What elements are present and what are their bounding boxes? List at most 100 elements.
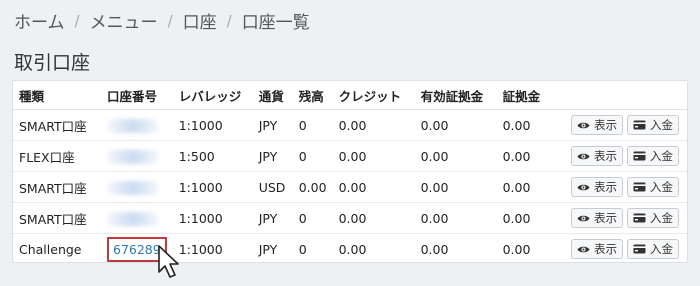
account-number-redacted[interactable] — [107, 118, 159, 133]
eye-icon — [577, 183, 590, 192]
account-number-redacted[interactable] — [107, 149, 159, 164]
cell-margin: 0.00 — [496, 202, 559, 234]
deposit-button[interactable]: 入金 — [627, 239, 679, 259]
breadcrumb-menu[interactable]: メニュー — [90, 8, 158, 33]
breadcrumb-accounts[interactable]: 口座 — [183, 8, 217, 33]
cell-account-number — [101, 109, 173, 141]
page-title: 取引口座 — [14, 52, 91, 74]
accounts-table: 種類 口座番号 レバレッジ 通貨 残高 クレジット 有効証拠金 証拠金 SMAR… — [13, 81, 687, 264]
cell-account-number — [101, 171, 173, 203]
cell-equity: 0.00 — [414, 171, 497, 203]
accounts-panel: 種類 口座番号 レバレッジ 通貨 残高 クレジット 有効証拠金 証拠金 SMAR… — [12, 80, 688, 263]
deposit-button-label: 入金 — [650, 149, 673, 163]
cell-balance: 0 — [292, 109, 333, 141]
breadcrumb-home[interactable]: ホーム — [14, 8, 65, 33]
cell-actions: 表示 入金 — [558, 202, 687, 234]
cell-credit: 0.00 — [338, 241, 367, 257]
deposit-button-label: 入金 — [650, 242, 673, 256]
cell-credit: 0.00 — [332, 202, 415, 234]
header-equity: 有効証拠金 — [414, 81, 497, 110]
eye-icon — [577, 245, 590, 254]
table-row: SMART口座 1:1000 USD 0.00 0.00 0.00 0.00 表示 入金 — [13, 171, 687, 203]
account-number-redacted[interactable] — [107, 211, 159, 226]
cell-leverage: 1:1000 — [172, 109, 253, 141]
cell-type: FLEX口座 — [13, 140, 101, 172]
table-header-row: 種類 口座番号 レバレッジ 通貨 残高 クレジット 有効証拠金 証拠金 — [13, 81, 687, 110]
deposit-button-label: 入金 — [650, 211, 673, 225]
header-balance: 残高 — [292, 81, 333, 110]
cell-leverage: 1:1000 — [172, 202, 253, 234]
cell-currency: JPY — [258, 241, 278, 257]
cell-actions: 表示 入金 — [558, 109, 687, 141]
cell-type: SMART口座 — [13, 202, 101, 234]
cell-leverage: 1:1000 — [178, 241, 223, 257]
cell-margin: 0.00 — [502, 241, 531, 257]
view-button-label: 表示 — [594, 211, 617, 225]
credit-card-icon — [633, 213, 646, 223]
view-button[interactable]: 表示 — [571, 115, 623, 135]
cell-currency: JPY — [252, 140, 293, 172]
cell-currency: JPY — [252, 202, 293, 234]
cell-equity: 0.00 — [420, 241, 449, 257]
deposit-button-label: 入金 — [650, 118, 673, 132]
cell-equity: 0.00 — [414, 109, 497, 141]
credit-card-icon — [633, 182, 646, 192]
view-button[interactable]: 表示 — [571, 177, 623, 197]
header-margin: 証拠金 — [496, 81, 559, 110]
header-currency: 通貨 — [252, 81, 293, 110]
table-row: FLEX口座 1:500 JPY 0 0.00 0.00 0.00 表示 入金 — [13, 140, 687, 172]
header-account-number: 口座番号 — [101, 81, 173, 110]
view-button[interactable]: 表示 — [571, 146, 623, 166]
cell-equity: 0.00 — [414, 140, 497, 172]
credit-card-icon — [633, 244, 646, 254]
cell-type: SMART口座 — [13, 109, 101, 141]
mouse-pointer-icon — [158, 245, 179, 278]
deposit-button[interactable]: 入金 — [627, 115, 679, 135]
cell-leverage: 1:1000 — [172, 171, 253, 203]
cell-balance: 0.00 — [292, 171, 333, 203]
credit-card-icon — [633, 151, 646, 161]
breadcrumb-separator: / — [226, 11, 232, 30]
deposit-button[interactable]: 入金 — [627, 177, 679, 197]
cell-credit: 0.00 — [332, 140, 415, 172]
eye-icon — [577, 152, 590, 161]
cell-balance: 0 — [292, 202, 333, 234]
cell-account-number — [101, 140, 173, 172]
cell-credit: 0.00 — [332, 171, 415, 203]
view-button[interactable]: 表示 — [571, 239, 623, 259]
view-button-label: 表示 — [594, 149, 617, 163]
cell-actions: 表示 入金 — [558, 140, 687, 172]
deposit-button[interactable]: 入金 — [627, 208, 679, 228]
cell-type: Challenge — [19, 241, 82, 257]
cell-balance: 0 — [298, 241, 307, 257]
table-row: SMART口座 1:1000 JPY 0 0.00 0.00 0.00 表示 入金 — [13, 202, 687, 234]
view-button-label: 表示 — [594, 118, 617, 132]
cell-currency: JPY — [252, 109, 293, 141]
eye-icon — [577, 214, 590, 223]
credit-card-icon — [633, 120, 646, 130]
deposit-button[interactable]: 入金 — [627, 146, 679, 166]
cell-currency: USD — [252, 171, 293, 203]
eye-icon — [577, 121, 590, 130]
cell-account-number — [101, 202, 173, 234]
view-button-label: 表示 — [594, 180, 617, 194]
cell-actions: 表示 入金 — [558, 171, 687, 203]
breadcrumb-separator: / — [74, 11, 80, 30]
deposit-button-label: 入金 — [650, 180, 673, 194]
breadcrumb: ホーム / メニュー / 口座 / 口座一覧 — [14, 8, 310, 34]
cell-margin: 0.00 — [496, 140, 559, 172]
breadcrumb-separator: / — [167, 11, 173, 30]
table-row: Challenge 676289 1:1000 JPY 0 0.00 0.00 0.00 表示入… — [13, 234, 687, 265]
cell-leverage: 1:500 — [172, 140, 253, 172]
header-type: 種類 — [13, 81, 101, 110]
cell-credit: 0.00 — [332, 109, 415, 141]
view-button-label: 表示 — [594, 242, 617, 256]
breadcrumb-account-list: 口座一覧 — [241, 13, 310, 33]
cell-equity: 0.00 — [414, 202, 497, 234]
header-actions — [558, 81, 687, 110]
cell-balance: 0 — [292, 140, 333, 172]
cell-margin: 0.00 — [496, 171, 559, 203]
cell-margin: 0.00 — [496, 109, 559, 141]
account-number-redacted[interactable] — [107, 180, 159, 195]
view-button[interactable]: 表示 — [571, 208, 623, 228]
